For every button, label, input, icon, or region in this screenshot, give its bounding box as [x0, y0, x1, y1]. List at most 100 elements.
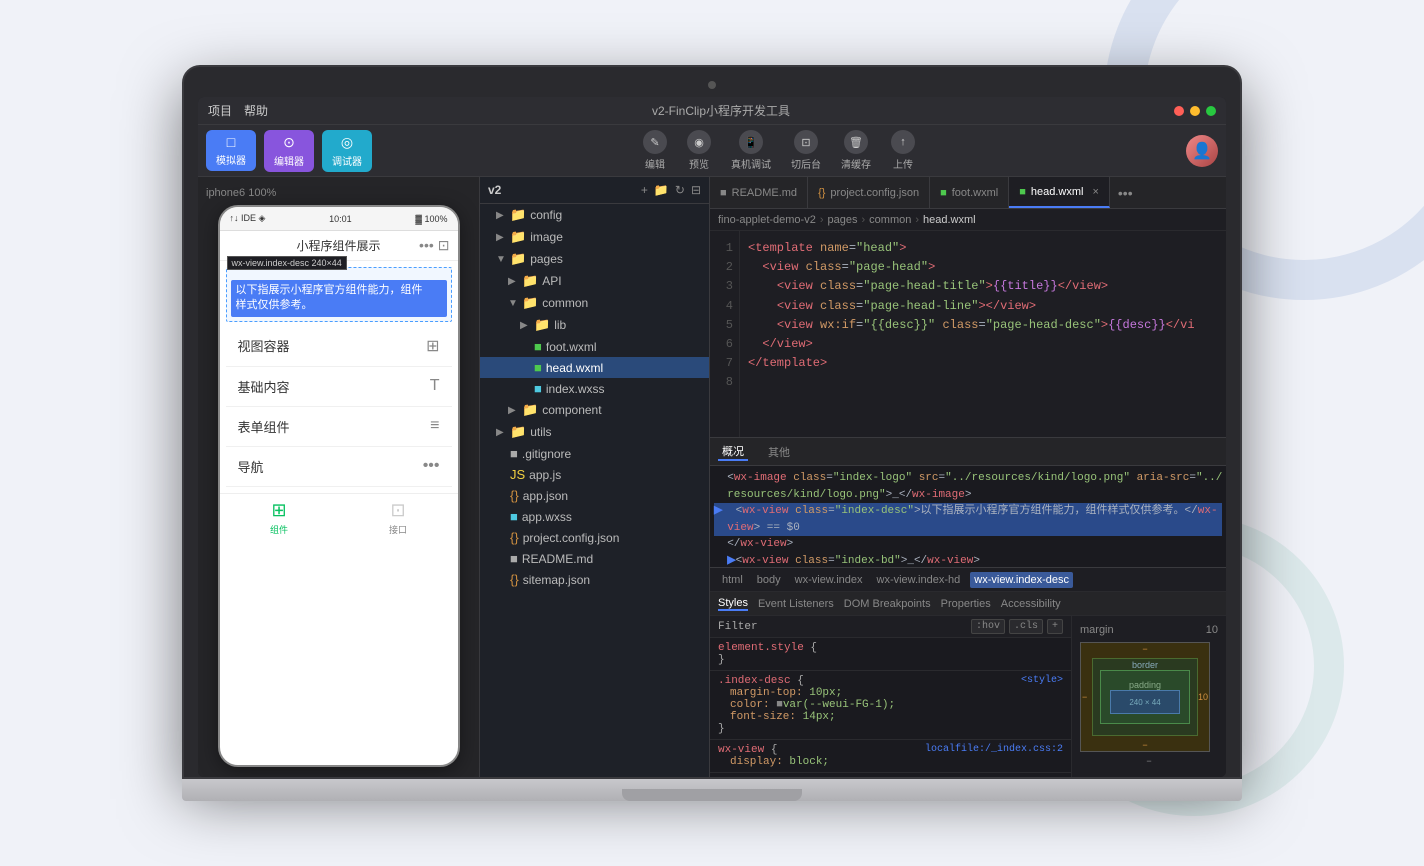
- styles-tab-styles[interactable]: Styles: [718, 597, 748, 611]
- tree-item-lib[interactable]: ▶ 📁 lib: [480, 314, 709, 336]
- bm-content-box: 240 × 44: [1110, 690, 1180, 714]
- tree-item-utils[interactable]: ▶ 📁 utils: [480, 421, 709, 443]
- upload-action[interactable]: ↑ 上传: [891, 130, 915, 171]
- tree-item-project-config[interactable]: ▶ {} project.config.json: [480, 527, 709, 548]
- folder-icon: 📁: [510, 207, 526, 223]
- phone-more-icon[interactable]: •••: [419, 237, 434, 254]
- styles-filter-input[interactable]: Filter: [718, 621, 963, 633]
- preview-label: 预览: [689, 156, 709, 171]
- tree-item-common[interactable]: ▼ 📁 common: [480, 292, 709, 314]
- file-tree-header: v2 + 📁 ↻ ⊟: [480, 177, 709, 204]
- bottom-tab-other[interactable]: 其他: [764, 444, 794, 460]
- user-avatar[interactable]: 👤: [1186, 135, 1218, 167]
- code-content[interactable]: <template name="head"> <view class="page…: [740, 231, 1226, 437]
- box-model-title: margin 10: [1080, 624, 1218, 636]
- element-tab-wx-view-index[interactable]: wx-view.index: [791, 572, 867, 588]
- cls-badge[interactable]: .cls: [1009, 619, 1043, 634]
- tree-item-app-wxss[interactable]: ▶ ■ app.wxss: [480, 506, 709, 527]
- phone-expand-icon[interactable]: ⊡: [438, 237, 450, 254]
- tab-foot-wxml[interactable]: ■ foot.wxml: [930, 177, 1009, 208]
- empty-icon: ▶: [520, 362, 530, 373]
- styles-tab-dom-breakpoints[interactable]: DOM Breakpoints: [844, 598, 931, 610]
- folder-icon: 📁: [510, 229, 526, 245]
- add-badge[interactable]: +: [1047, 619, 1063, 634]
- clear-cache-action[interactable]: 🗑 清缓存: [841, 130, 871, 171]
- tree-item-gitignore[interactable]: ▶ ■ .gitignore: [480, 443, 709, 464]
- nav-item-label-nav: 导航: [238, 457, 264, 476]
- tree-item-api[interactable]: ▶ 📁 API: [480, 270, 709, 292]
- phone-content: wx-view.index-desc 240×44 以下指展示小程序官方组件能力…: [220, 261, 458, 493]
- file-icon: ■: [510, 446, 518, 461]
- tree-item-pages[interactable]: ▼ 📁 pages: [480, 248, 709, 270]
- tree-item-app-js[interactable]: ▶ JS app.js: [480, 464, 709, 485]
- element-tab-html[interactable]: html: [718, 572, 747, 588]
- code-editor[interactable]: 12345678 <template name="head"> <view cl…: [710, 231, 1226, 437]
- edit-action[interactable]: ✎ 编辑: [643, 130, 667, 171]
- tree-item-component[interactable]: ▶ 📁 component: [480, 399, 709, 421]
- styles-tab-properties[interactable]: Properties: [941, 598, 991, 610]
- device-debug-action[interactable]: 📱 真机调试: [731, 130, 771, 171]
- code-line-3: <view class="page-head-title">{{title}}<…: [748, 277, 1218, 296]
- margin-value: 10: [1206, 624, 1218, 636]
- devtools-styles-content[interactable]: Filter :hov .cls +: [710, 616, 1071, 777]
- html-source-area: 概况 其他 <wx-image class="index-logo" src="…: [710, 438, 1226, 568]
- phone-nav-api[interactable]: ⊡ 接口: [339, 500, 458, 536]
- styles-tab-event-listeners[interactable]: Event Listeners: [758, 598, 834, 610]
- element-tab-wx-view-index-desc[interactable]: wx-view.index-desc: [970, 572, 1073, 588]
- styles-source[interactable]: <style>: [1021, 675, 1063, 686]
- maximize-button[interactable]: [1206, 106, 1216, 116]
- phone-nav-api-label: 接口: [389, 523, 407, 536]
- styles-tab-accessibility[interactable]: Accessibility: [1001, 598, 1061, 610]
- collapse-all-icon[interactable]: ⊟: [691, 183, 701, 197]
- simulator-button[interactable]: □ 模拟器: [206, 130, 256, 171]
- tree-item-app-json[interactable]: ▶ {} app.json: [480, 485, 709, 506]
- html-source[interactable]: <wx-image class="index-logo" src="../res…: [710, 466, 1226, 568]
- wxml-icon: ■: [1019, 186, 1026, 198]
- bottom-tab-overview[interactable]: 概况: [718, 443, 748, 461]
- phone-bottom-nav: ⊞ 组件 ⊡ 接口: [220, 493, 458, 542]
- tree-item-config[interactable]: ▶ 📁 config: [480, 204, 709, 226]
- tab-readme[interactable]: ■ README.md: [710, 177, 808, 208]
- debugger-button[interactable]: ◎ 调试器: [322, 130, 372, 172]
- new-folder-icon[interactable]: 📁: [654, 183, 669, 197]
- nav-item-form[interactable]: 表单组件 ≡: [226, 407, 452, 447]
- tree-item-readme[interactable]: ▶ ■ README.md: [480, 548, 709, 569]
- tree-item-head-wxml[interactable]: ▶ ■ head.wxml: [480, 357, 709, 378]
- refresh-icon[interactable]: ↻: [675, 183, 685, 197]
- breadcrumb-item-file: head.wxml: [923, 214, 976, 226]
- menu-help[interactable]: 帮助: [244, 102, 268, 119]
- tree-label: foot.wxml: [546, 340, 597, 354]
- chevron-down-icon: ▼: [496, 254, 506, 265]
- editor-button[interactable]: ⊙ 编辑器: [264, 130, 314, 172]
- file-json-icon: {}: [510, 572, 519, 587]
- tab-more-icon[interactable]: •••: [1110, 185, 1141, 201]
- tree-item-index-wxss[interactable]: ▶ ■ index.wxss: [480, 378, 709, 399]
- element-tab-wx-view-index-hd[interactable]: wx-view.index-hd: [873, 572, 965, 588]
- preview-action[interactable]: ◉ 预览: [687, 130, 711, 171]
- hover-badge[interactable]: :hov: [971, 619, 1005, 634]
- tab-project-config[interactable]: {} project.config.json: [808, 177, 930, 208]
- tree-item-foot-wxml[interactable]: ▶ ■ foot.wxml: [480, 336, 709, 357]
- file-wxml-icon: ■: [534, 360, 542, 375]
- background-action[interactable]: ⊡ 切后台: [791, 130, 821, 171]
- tree-item-image[interactable]: ▶ 📁 image: [480, 226, 709, 248]
- tabs-bar: ■ README.md {} project.config.json ■ foo…: [710, 177, 1226, 209]
- file-tree-panel: v2 + 📁 ↻ ⊟ ▶ 📁 config: [480, 177, 710, 777]
- phone-title-text: 小程序组件展示: [296, 237, 380, 254]
- close-button[interactable]: [1174, 106, 1184, 116]
- nav-item-nav[interactable]: 导航 •••: [226, 447, 452, 487]
- phone-nav-component[interactable]: ⊞ 组件: [220, 500, 339, 536]
- menu-project[interactable]: 项目: [208, 102, 232, 119]
- folder-icon: 📁: [522, 295, 538, 311]
- minimize-button[interactable]: [1190, 106, 1200, 116]
- new-file-icon[interactable]: +: [641, 183, 648, 197]
- highlight-label: wx-view.index-desc 240×44: [227, 256, 347, 270]
- styles-source[interactable]: localfile:/_index.css:2: [925, 744, 1063, 755]
- tab-head-wxml[interactable]: ■ head.wxml ×: [1009, 177, 1110, 208]
- tree-label: utils: [530, 425, 551, 439]
- element-tab-body[interactable]: body: [753, 572, 785, 588]
- tree-item-sitemap[interactable]: ▶ {} sitemap.json: [480, 569, 709, 590]
- nav-item-basic-content[interactable]: 基础内容 T: [226, 367, 452, 407]
- tab-close-icon[interactable]: ×: [1092, 186, 1098, 198]
- nav-item-view-container[interactable]: 视图容器 ⊞: [226, 326, 452, 367]
